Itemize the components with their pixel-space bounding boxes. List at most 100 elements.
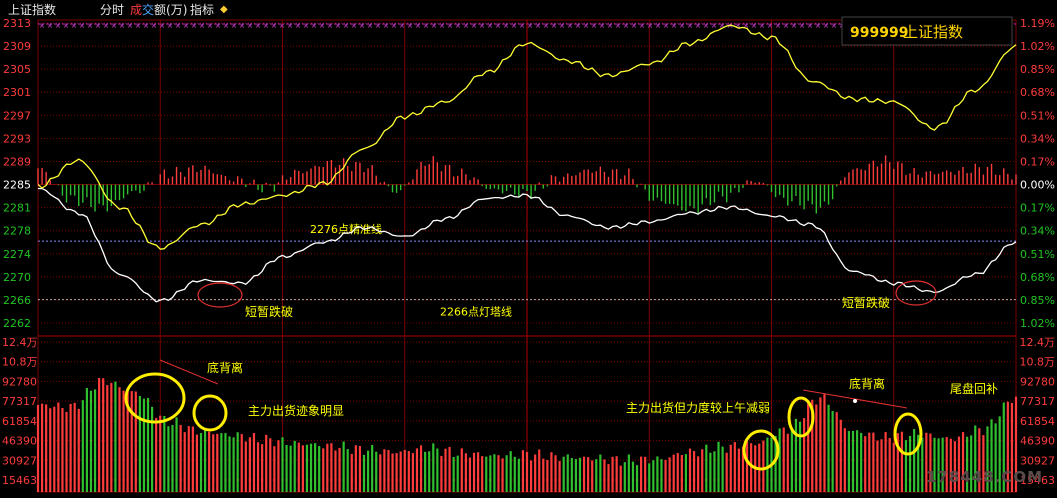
top-marker: × bbox=[503, 21, 510, 30]
top-marker: × bbox=[391, 21, 398, 30]
top-marker: × bbox=[351, 21, 358, 30]
top-marker: × bbox=[327, 21, 334, 30]
price-tick-label: 2297 bbox=[3, 109, 31, 122]
top-marker: × bbox=[679, 21, 686, 30]
top-marker: × bbox=[39, 21, 46, 30]
volume-tick-label-left: 15463 bbox=[2, 474, 37, 487]
top-marker: × bbox=[271, 21, 278, 30]
top-marker: × bbox=[823, 21, 830, 30]
top-marker: × bbox=[511, 21, 518, 30]
top-marker: × bbox=[95, 21, 102, 30]
volume-tick-label-left: 92780 bbox=[2, 375, 37, 388]
top-marker: × bbox=[135, 21, 142, 30]
top-marker: × bbox=[375, 21, 382, 30]
top-marker: × bbox=[303, 21, 310, 30]
pct-tick-label: 1.19% bbox=[1020, 17, 1055, 30]
top-marker: × bbox=[287, 21, 294, 30]
top-marker: × bbox=[663, 21, 670, 30]
top-marker: × bbox=[263, 21, 270, 30]
top-marker: × bbox=[607, 21, 614, 30]
top-marker: × bbox=[183, 21, 190, 30]
reference-line-label: 2266点灯塔线 bbox=[440, 305, 512, 319]
volume-tick-label-left: 10.8万 bbox=[2, 356, 38, 369]
top-marker: × bbox=[543, 21, 550, 30]
top-marker: × bbox=[527, 21, 534, 30]
top-marker: × bbox=[471, 21, 478, 30]
volume-tick-label-right: 92780 bbox=[1020, 375, 1055, 388]
top-marker: × bbox=[223, 21, 230, 30]
top-marker: × bbox=[319, 21, 326, 30]
top-marker: × bbox=[255, 21, 262, 30]
top-marker: × bbox=[775, 21, 782, 30]
dip-ellipse bbox=[197, 282, 243, 308]
price-tick-label: 2266 bbox=[3, 294, 31, 307]
chart-canvas: × × × × × × × × × × × × × × × × × × × × × × × × × × × × × × × × × × × × × × × ×… bbox=[2, 16, 1056, 493]
top-marker: × bbox=[447, 21, 454, 30]
top-marker: × bbox=[87, 21, 94, 30]
pct-tick-label: 1.02% bbox=[1020, 40, 1055, 53]
top-marker: × bbox=[199, 21, 206, 30]
top-marker: × bbox=[175, 21, 182, 30]
volume-circle bbox=[742, 429, 780, 471]
volume-tick-label-right: 61854 bbox=[1020, 415, 1055, 428]
top-marker: × bbox=[807, 21, 814, 30]
volume-tick-label-left: 30927 bbox=[2, 454, 37, 467]
top-marker: × bbox=[55, 21, 62, 30]
volume-tick-label-left: 61854 bbox=[2, 415, 37, 428]
top-marker: × bbox=[463, 21, 470, 30]
annotation-label: 短暂跌破 bbox=[245, 304, 293, 319]
top-marker: × bbox=[279, 21, 286, 30]
watermark-text: 178448.COM bbox=[925, 468, 1043, 486]
top-marker: × bbox=[695, 21, 702, 30]
top-marker: × bbox=[191, 21, 198, 30]
volume-tick-label-right: 77317 bbox=[1020, 395, 1055, 408]
price-tick-label: 2293 bbox=[3, 132, 31, 145]
pct-tick-label: 0.68% bbox=[1020, 271, 1055, 284]
top-marker: × bbox=[687, 21, 694, 30]
top-marker: × bbox=[767, 21, 774, 30]
top-marker: × bbox=[415, 21, 422, 30]
volume-tick-label-right: 12.4万 bbox=[1020, 336, 1056, 349]
top-marker: × bbox=[295, 21, 302, 30]
top-marker: × bbox=[751, 21, 758, 30]
top-marker: × bbox=[79, 21, 86, 30]
annotations: 短暂跌破短暂跌破底背离主力出货迹象明显 主力出货但力度较上午减弱底背离 尾盘回补 bbox=[124, 280, 998, 471]
pct-tick-label: 0.51% bbox=[1020, 248, 1055, 261]
volume-tick-label-right: 10.8万 bbox=[1020, 356, 1056, 369]
pct-tick-label: 0.34% bbox=[1020, 225, 1055, 238]
annotation-label: 短暂跌破 bbox=[842, 295, 890, 310]
price-tick-label: 2313 bbox=[3, 17, 31, 30]
pct-tick-label: 1.02% bbox=[1020, 317, 1055, 330]
top-marker: × bbox=[559, 21, 566, 30]
top-marker: × bbox=[127, 21, 134, 30]
top-marker: × bbox=[799, 21, 806, 30]
top-marker: × bbox=[71, 21, 78, 30]
top-marker: × bbox=[159, 21, 166, 30]
pct-tick-label: 0.17% bbox=[1020, 202, 1055, 215]
annotation-label: 尾盘回补 bbox=[950, 381, 998, 396]
price-tick-label: 2301 bbox=[3, 86, 31, 99]
top-marker: × bbox=[631, 21, 638, 30]
top-marker: × bbox=[791, 21, 798, 30]
top-marker: × bbox=[103, 21, 110, 30]
top-marker: × bbox=[655, 21, 662, 30]
top-marker: × bbox=[239, 21, 246, 30]
top-marker: × bbox=[247, 21, 254, 30]
top-marker: × bbox=[383, 21, 390, 30]
dip-ellipse bbox=[895, 280, 937, 306]
top-marker: × bbox=[591, 21, 598, 30]
top-marker: × bbox=[583, 21, 590, 30]
top-marker: × bbox=[423, 21, 430, 30]
price-tick-label: 2274 bbox=[3, 248, 31, 261]
grid-lines: × × × × × × × × × × × × × × × × × × × × × × × × × × × × × × × × × × × × × × × ×… bbox=[37, 19, 1017, 493]
volume-tick-label-right: 46390 bbox=[1020, 435, 1055, 448]
top-marker: × bbox=[671, 21, 678, 30]
pct-tick-label: 0.34% bbox=[1020, 132, 1055, 145]
top-marker: × bbox=[647, 21, 654, 30]
info-box: 999999 上证指数 bbox=[841, 16, 1013, 46]
top-marker: × bbox=[711, 21, 718, 30]
top-marker: × bbox=[439, 21, 446, 30]
top-marker: × bbox=[399, 21, 406, 30]
volume-tick-label-right: 30927 bbox=[1020, 454, 1055, 467]
pct-tick-label: 0.17% bbox=[1020, 155, 1055, 168]
